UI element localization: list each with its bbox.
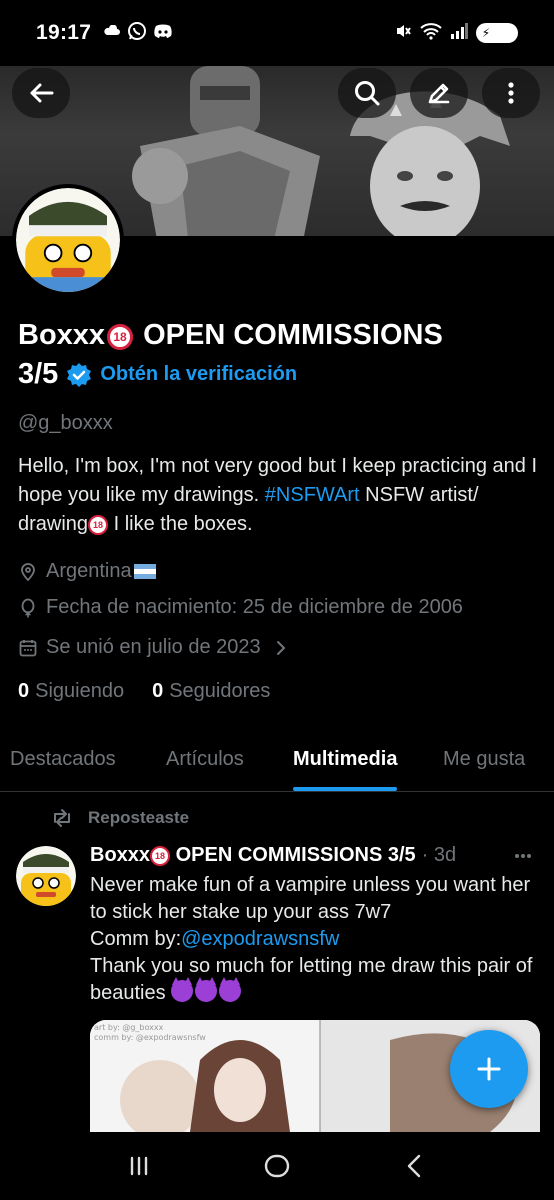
devil-emojis [171, 977, 242, 1002]
edit-button[interactable] [410, 68, 468, 118]
back-icon [407, 1154, 421, 1178]
system-navigation-bar [0, 1132, 554, 1200]
post-author-name[interactable]: Boxxx 18 OPEN COMMISSIONS 3/5 [90, 844, 416, 867]
post-author-part-2: OPEN COMMISSIONS 3/5 [170, 844, 416, 866]
compose-post-button[interactable] [450, 1030, 528, 1108]
banner-robot-figure [132, 66, 320, 236]
recents-button[interactable] [109, 1141, 169, 1191]
birthday-text: Fecha de nacimiento: 25 de diciembre de … [46, 596, 463, 618]
post-comm-prefix: Comm by: [90, 928, 182, 950]
post-avatar-image [16, 846, 76, 906]
post-text: Never make fun of a vampire unless you w… [90, 872, 540, 1007]
post-more-icon[interactable] [508, 846, 538, 866]
followers-label: Seguidores [169, 680, 271, 702]
verified-badge-icon[interactable] [66, 362, 92, 388]
devil-emoji-icon [219, 977, 242, 1002]
status-bar: 19:17 ⚡ 76 [0, 0, 554, 66]
balloon-icon [21, 598, 35, 617]
repost-label: Reposteaste [88, 808, 190, 827]
post-header: Boxxx 18 OPEN COMMISSIONS 3/5 · 3d [90, 844, 530, 867]
repost-icon [54, 809, 70, 827]
birthday-row: Fecha de nacimiento: 25 de diciembre de … [18, 596, 463, 619]
no-under-18-icon: 18 [107, 324, 134, 350]
signal-icon [450, 22, 468, 44]
name-part-2: OPEN COMMISSIONS [135, 319, 443, 351]
avatar-image [16, 188, 120, 292]
joined-text: Se unió en julio de 2023 [46, 636, 261, 658]
tab-articulos[interactable]: Artículos [166, 728, 244, 791]
status-time: 19:17 [36, 21, 92, 44]
recents-icon [130, 1156, 148, 1176]
repost-indicator: Reposteaste [50, 806, 189, 830]
tab-me-gusta[interactable]: Me gusta [443, 728, 525, 791]
argentina-flag-icon [133, 564, 156, 579]
following-label: Siguiendo [35, 680, 125, 702]
verification-row: 3/5 Obtén la verificación [18, 358, 297, 391]
battery-level: 76 [492, 24, 510, 41]
following-count: 0 [18, 680, 30, 702]
battery-icon: ⚡ 76 [475, 23, 518, 43]
no-under-18-icon: 18 [150, 846, 171, 866]
search-icon [355, 81, 380, 106]
get-verified-link[interactable]: Obtén la verificación [100, 363, 297, 386]
pencil-icon [428, 83, 450, 104]
bio-part-3: I like the boxes. [108, 513, 253, 535]
profile-tabs: Destacados Artículos Multimedia Me gusta [0, 728, 554, 792]
post-time[interactable]: · 3d [422, 844, 456, 867]
back-arrow-icon [30, 83, 54, 103]
devil-emoji-icon [195, 977, 218, 1002]
profile-bio: Hello, I'm box, I'm not very good but I … [18, 452, 542, 539]
media-watermark-2: comm by: @expodrawsnsfw [94, 1033, 206, 1042]
bio-hashtag-link[interactable]: #NSFWArt [265, 484, 360, 506]
location-row: Argentina [18, 560, 156, 583]
search-button[interactable] [338, 68, 396, 118]
name-line-2: 3/5 [18, 358, 59, 390]
followers-link[interactable]: 0 Seguidores [152, 680, 270, 703]
name-part-1: Boxxx [18, 319, 106, 351]
nav-back-button[interactable] [385, 1141, 445, 1191]
profile-avatar[interactable] [12, 184, 124, 296]
chevron-right-icon [276, 640, 286, 655]
mute-icon [394, 22, 412, 45]
home-button[interactable] [247, 1141, 307, 1191]
post-mention-link[interactable]: @expodrawsnsfw [181, 928, 339, 950]
no-under-18-icon: 18 [88, 515, 109, 535]
followers-count: 0 [152, 680, 164, 702]
whatsapp-icon [127, 21, 147, 46]
joined-row[interactable]: Se unió en julio de 2023 [18, 636, 291, 659]
wifi-icon [420, 22, 442, 45]
calendar-icon [19, 639, 37, 656]
media-watermark-1: art by: @g_boxxx [94, 1023, 164, 1032]
cloud-icon [103, 24, 121, 42]
profile-handle: @g_boxxx [18, 412, 113, 434]
back-button[interactable] [12, 68, 70, 118]
following-link[interactable]: 0 Siguiendo [18, 680, 124, 703]
tab-destacados[interactable]: Destacados [10, 728, 116, 791]
post-author-part-1: Boxxx [90, 844, 151, 866]
post-line-1: Never make fun of a vampire unless you w… [90, 874, 531, 923]
location-text: Argentina [46, 560, 132, 582]
post-author-avatar[interactable] [16, 846, 76, 906]
more-button[interactable] [482, 68, 540, 118]
profile-display-name: Boxxx 18 OPEN COMMISSIONS [18, 316, 538, 354]
follow-stats: 0 Siguiendo 0 Seguidores [18, 680, 298, 703]
discord-icon [153, 23, 173, 44]
tab-multimedia[interactable]: Multimedia [293, 728, 398, 791]
more-icon [508, 82, 514, 104]
post-line-3: Thank you so much for letting me draw th… [90, 955, 533, 1004]
devil-emoji-icon [171, 977, 194, 1002]
plus-icon [477, 1057, 501, 1081]
location-pin-icon [21, 562, 35, 581]
home-icon [264, 1154, 290, 1178]
